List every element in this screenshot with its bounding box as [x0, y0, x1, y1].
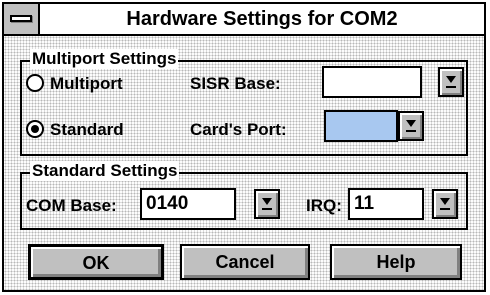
- irq-field[interactable]: 11: [348, 188, 424, 220]
- com-base-dropdown-button[interactable]: [254, 189, 280, 219]
- title-bar: Hardware Settings for COM2: [4, 4, 484, 36]
- dropdown-arrow-icon: [406, 120, 416, 127]
- standard-settings-label: Standard Settings: [30, 161, 180, 181]
- standard-settings-group: Standard Settings COM Base: 0140 IRQ: 11: [20, 161, 468, 230]
- standard-radio-label[interactable]: Standard: [50, 120, 124, 140]
- dialog-client-area: Multiport Settings Multiport SISR Base: …: [4, 36, 484, 290]
- multiport-settings-group: Multiport Settings Multiport SISR Base: …: [20, 49, 468, 156]
- com-base-field[interactable]: 0140: [140, 188, 236, 220]
- dropdown-arrow-icon: [440, 198, 450, 205]
- help-button[interactable]: Help: [330, 244, 462, 280]
- cancel-button[interactable]: Cancel: [180, 244, 310, 280]
- dialog-window: Hardware Settings for COM2 Multiport Set…: [2, 2, 486, 292]
- cards-port-dropdown-button[interactable]: [398, 111, 424, 141]
- multiport-settings-label: Multiport Settings: [30, 49, 179, 69]
- sisr-base-dropdown-button[interactable]: [438, 67, 464, 97]
- irq-dropdown-button[interactable]: [432, 189, 458, 219]
- dropdown-arrow-icon: [262, 198, 272, 205]
- standard-radio[interactable]: [26, 120, 44, 138]
- multiport-radio-label[interactable]: Multiport: [50, 74, 123, 94]
- ok-button[interactable]: OK: [28, 244, 164, 280]
- radio-selected-dot: [31, 125, 39, 133]
- system-menu-icon: [10, 15, 32, 22]
- multiport-radio[interactable]: [26, 74, 44, 92]
- cards-port-field[interactable]: [324, 110, 398, 142]
- system-menu-button[interactable]: [4, 4, 40, 34]
- com-base-label: COM Base:: [26, 196, 117, 215]
- irq-label: IRQ:: [306, 196, 342, 215]
- cards-port-label: Card's Port:: [190, 120, 287, 139]
- window-title: Hardware Settings for COM2: [126, 8, 398, 30]
- sisr-base-field[interactable]: [322, 66, 422, 98]
- dropdown-arrow-icon: [446, 76, 456, 83]
- sisr-base-label: SISR Base:: [190, 74, 281, 93]
